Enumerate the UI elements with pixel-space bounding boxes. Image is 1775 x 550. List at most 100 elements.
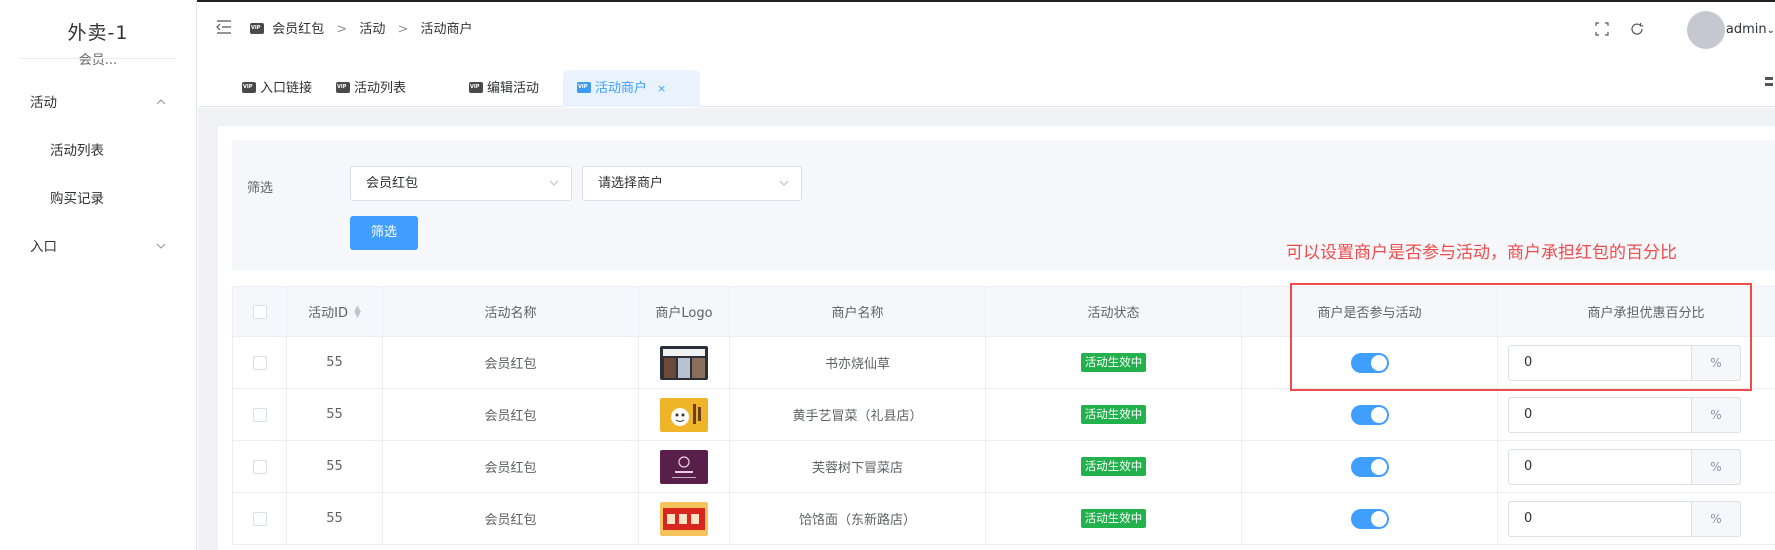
column-header-label: 活动ID [308, 306, 348, 321]
cell-merchant-name: 书亦烧仙草 [730, 337, 986, 388]
cell-merchant-name: 饸饹面（东新路店） [730, 493, 986, 544]
column-header-name: 活动名称 [383, 287, 639, 336]
participate-toggle[interactable] [1350, 404, 1389, 425]
cell-participate [1242, 337, 1498, 388]
column-header-label: 商户Logo [655, 306, 713, 321]
breadcrumb-separator: > [397, 22, 409, 37]
select-all-cell [232, 287, 287, 336]
tab-activity-merchants[interactable]: 活动商户 × [563, 70, 700, 107]
page-tabs: 入口链接 活动列表 编辑活动 活动商户 × [198, 57, 1775, 107]
row-checkbox[interactable] [252, 355, 267, 370]
cell-logo [639, 389, 730, 440]
status-badge: 活动生效中 [1080, 509, 1147, 528]
chevron-down-icon [549, 167, 559, 213]
filter-button[interactable]: 筛选 [350, 216, 418, 250]
column-header-label: 商户是否参与活动 [1317, 306, 1422, 321]
vip-icon [336, 82, 350, 93]
avatar[interactable] [1687, 11, 1725, 49]
brand: 外卖-1 会员... [0, 0, 196, 73]
cell-status: 活动生效中 [986, 389, 1242, 440]
column-header-percent: 商户承担优惠百分比 [1498, 287, 1775, 336]
column-header-id[interactable]: 活动ID ▲ ▼ [287, 287, 383, 336]
tab-edit-activity[interactable]: 编辑活动 [455, 70, 553, 107]
fullscreen-icon[interactable] [1595, 22, 1609, 36]
cell-logo [639, 441, 730, 492]
brand-title: 外卖-1 [67, 22, 129, 44]
merchant-table: 活动ID ▲ ▼ 活动名称 商户Logo 商户名称 活动状态 商户是否参与活动 商… [232, 286, 1775, 545]
menu-item-activity-list[interactable]: 活动列表 [0, 127, 196, 175]
select-placeholder: 请选择商户 [598, 176, 664, 191]
menu-item-label: 入口 [30, 239, 57, 255]
row-checkbox[interactable] [252, 459, 267, 474]
content-panel: 筛选 会员红包 请选择商户 筛选 活动ID ▲ ▼ 活动名称 商户Logo 商户… [218, 126, 1775, 550]
menu-item-entry[interactable]: 入口 [0, 223, 196, 271]
row-checkbox[interactable] [252, 511, 267, 526]
breadcrumb-item[interactable]: 会员红包 [272, 22, 324, 37]
column-header-label: 活动名称 [484, 306, 537, 321]
cell-status: 活动生效中 [986, 337, 1242, 388]
cell-logo [639, 493, 730, 544]
tab-activity-list[interactable]: 活动列表 [322, 70, 420, 107]
tab-label: 活动商户 [595, 81, 648, 96]
percent-input[interactable]: 0 [1508, 449, 1692, 485]
cell-percent: 0 % [1498, 389, 1775, 440]
table-row: 55 会员红包 黄手艺冒菜（礼县店） 活动生效中 0 % [232, 389, 1775, 441]
close-icon[interactable]: × [657, 82, 666, 95]
column-header-logo: 商户Logo [639, 287, 730, 336]
participate-toggle[interactable] [1350, 456, 1389, 477]
percent-unit: % [1691, 449, 1741, 485]
cell-participate [1242, 441, 1498, 492]
tab-entry-link[interactable]: 入口链接 [228, 70, 326, 107]
sidebar: 外卖-1 会员... 活动 活动列表 购买记录 入口 [0, 0, 197, 550]
filter-label: 筛选 [247, 181, 274, 196]
user-menu[interactable]: admin⌄ [1726, 2, 1775, 58]
participate-toggle[interactable] [1350, 508, 1389, 529]
tab-label: 活动列表 [354, 81, 407, 96]
percent-input[interactable]: 0 [1508, 501, 1692, 537]
top-header: 会员红包 > 活动 > 活动商户 admin⌄ [198, 2, 1775, 57]
cell-id: 55 [287, 493, 383, 544]
menu-item-activity[interactable]: 活动 [0, 79, 196, 127]
row-select-cell [232, 389, 287, 440]
status-badge: 活动生效中 [1080, 457, 1147, 476]
brand-divider [20, 58, 176, 59]
breadcrumb-item[interactable]: 活动 [359, 22, 385, 37]
menu-item-label: 活动 [30, 95, 57, 111]
main-content: 筛选 会员红包 请选择商户 筛选 活动ID ▲ ▼ 活动名称 商户Logo 商户… [198, 108, 1775, 550]
cell-activity-name: 会员红包 [383, 441, 639, 492]
cell-logo [639, 337, 730, 388]
percent-input[interactable]: 0 [1508, 345, 1692, 381]
chevron-down-icon [156, 223, 166, 271]
activity-select[interactable]: 会员红包 [350, 166, 572, 201]
participate-toggle[interactable] [1350, 352, 1389, 373]
cell-id: 55 [287, 337, 383, 388]
row-select-cell [232, 337, 287, 388]
cell-merchant-name: 芙蓉树下冒菜店 [730, 441, 986, 492]
menu-item-label: 购买记录 [50, 191, 104, 207]
vip-icon [250, 23, 264, 34]
menu-item-purchase-records[interactable]: 购买记录 [0, 175, 196, 223]
user-name: admin [1725, 22, 1767, 37]
cell-status: 活动生效中 [986, 493, 1242, 544]
tab-label: 入口链接 [260, 81, 313, 96]
sort-icon[interactable]: ▲ ▼ [354, 304, 361, 319]
refresh-icon[interactable] [1630, 22, 1644, 36]
select-all-checkbox[interactable] [252, 304, 267, 319]
vip-icon [577, 82, 591, 93]
cell-participate [1242, 389, 1498, 440]
row-checkbox[interactable] [252, 407, 267, 422]
row-select-cell [232, 441, 287, 492]
column-header-participate: 商户是否参与活动 [1242, 287, 1498, 336]
annotation-text: 可以设置商户是否参与活动，商户承担红包的百分比 [1286, 243, 1677, 263]
purple-emblem-logo [660, 449, 708, 484]
cell-percent: 0 % [1498, 337, 1775, 388]
more-tabs-icon[interactable] [1765, 75, 1773, 89]
breadcrumb-separator: > [336, 22, 348, 37]
chevron-up-icon [156, 79, 166, 127]
shop-photo-logo [660, 345, 708, 380]
collapse-menu-icon[interactable] [216, 20, 232, 34]
merchant-select[interactable]: 请选择商户 [582, 166, 802, 201]
cell-percent: 0 % [1498, 493, 1775, 544]
percent-input[interactable]: 0 [1508, 397, 1692, 433]
chevron-down-icon [779, 167, 789, 213]
